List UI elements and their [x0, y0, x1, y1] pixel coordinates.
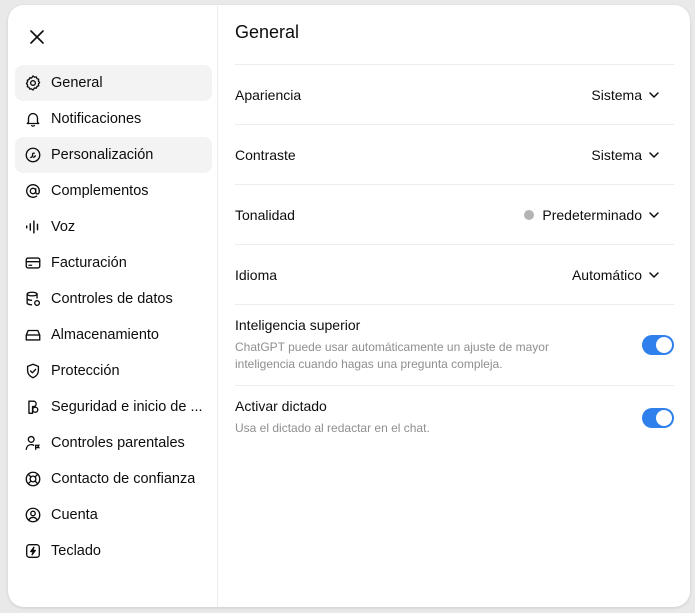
sidebar-item-label: Cuenta [51, 507, 98, 523]
sidebar-item-label: Seguridad e inicio de ... [51, 399, 203, 415]
waveform-icon [23, 217, 43, 237]
activar-dictado-toggle[interactable] [642, 407, 674, 428]
page-title: General [235, 22, 300, 42]
lightning-icon [23, 541, 43, 561]
sidebar-item-contacto-de-confianza[interactable]: Contacto de confianza [15, 461, 212, 497]
sidebar-item-seguridad[interactable]: Seguridad e inicio de ... [15, 389, 212, 425]
settings-nav: General Notificaciones Personalización C… [15, 65, 212, 569]
credit-card-icon [23, 253, 43, 273]
tonalidad-dropdown[interactable]: Predeterminado [524, 207, 674, 223]
sidebar-item-personalizacion[interactable]: Personalización [15, 137, 212, 173]
close-button[interactable] [25, 25, 49, 49]
sidebar-item-label: Personalización [51, 147, 154, 163]
chevron-down-icon [648, 269, 660, 281]
lifebuoy-icon [23, 469, 43, 489]
sidebar-item-cuenta[interactable]: Cuenta [15, 497, 212, 533]
sidebar-item-label: Complementos [51, 183, 149, 199]
setting-label: Idioma [235, 266, 278, 283]
sidebar-item-controles-de-datos[interactable]: Controles de datos [15, 281, 212, 317]
setting-label: Apariencia [235, 86, 302, 103]
chevron-down-icon [648, 89, 660, 101]
settings-dialog: General Notificaciones Personalización C… [8, 5, 690, 607]
sidebar-item-label: General [51, 75, 103, 91]
sidebar-item-general[interactable]: General [15, 65, 212, 101]
sidebar-item-label: Contacto de confianza [51, 471, 196, 487]
parent-user-icon [23, 433, 43, 453]
setting-row-inteligencia-superior: Inteligencia superior ChatGPT puede usar… [235, 305, 674, 386]
sidebar-item-proteccion[interactable]: Protección [15, 353, 212, 389]
apariencia-dropdown[interactable]: Sistema [591, 87, 674, 103]
sidebar-item-label: Voz [51, 219, 76, 235]
setting-row-activar-dictado: Activar dictado Usa el dictado al redact… [235, 386, 674, 449]
contraste-dropdown[interactable]: Sistema [591, 147, 674, 163]
setting-label: Tonalidad [235, 206, 295, 223]
sidebar-item-label: Facturación [51, 255, 127, 271]
dropdown-value: Automático [571, 266, 642, 283]
sidebar-item-teclado[interactable]: Teclado [15, 533, 212, 569]
sidebar-item-label: Controles parentales [51, 435, 185, 451]
toggle-description: Usa el dictado al redactar en el chat. [235, 421, 430, 435]
chevron-down-icon [648, 149, 660, 161]
idioma-dropdown[interactable]: Automático [572, 267, 674, 283]
database-icon [23, 289, 43, 309]
sidebar-item-complementos[interactable]: Complementos [15, 173, 212, 209]
toggle-text: Inteligencia superior ChatGPT puede usar… [235, 317, 575, 373]
sidebar-item-label: Controles de datos [51, 291, 173, 307]
gear-icon [23, 73, 43, 93]
settings-sidebar: General Notificaciones Personalización C… [8, 5, 218, 607]
sidebar-item-label: Notificaciones [51, 111, 142, 127]
sidebar-item-notificaciones[interactable]: Notificaciones [15, 101, 212, 137]
sidebar-item-almacenamiento[interactable]: Almacenamiento [15, 317, 212, 353]
inteligencia-superior-toggle[interactable] [642, 335, 674, 355]
sidebar-item-facturacion[interactable]: Facturación [15, 245, 212, 281]
toggle-title: Activar dictado [235, 398, 327, 414]
setting-row-contraste: Contraste Sistema [235, 125, 674, 185]
settings-content: General Apariencia Sistema Contraste Sis… [218, 5, 690, 607]
shield-icon [23, 361, 43, 381]
personalization-icon [23, 145, 43, 165]
color-swatch [524, 209, 535, 220]
at-sign-icon [23, 181, 43, 201]
sidebar-item-voz[interactable]: Voz [15, 209, 212, 245]
lock-key-icon [23, 397, 43, 417]
chevron-down-icon [648, 209, 660, 221]
setting-row-apariencia: Apariencia Sistema [235, 65, 674, 125]
toggle-description: ChatGPT puede usar automáticamente un aj… [235, 340, 549, 371]
toggle-text: Activar dictado Usa el dictado al redact… [235, 398, 430, 437]
setting-row-tonalidad: Tonalidad Predeterminado [235, 185, 674, 245]
sidebar-item-label: Protección [51, 363, 120, 379]
bell-icon [23, 109, 43, 129]
user-circle-icon [23, 505, 43, 525]
sidebar-item-controles-parentales[interactable]: Controles parentales [15, 425, 212, 461]
dropdown-value: Sistema [591, 146, 642, 163]
sidebar-item-label: Teclado [51, 543, 101, 559]
setting-label: Contraste [235, 146, 296, 163]
setting-row-idioma: Idioma Automático [235, 245, 674, 305]
close-icon [30, 30, 44, 44]
toggle-title: Inteligencia superior [235, 317, 361, 333]
sidebar-item-label: Almacenamiento [51, 327, 159, 343]
dropdown-value: Sistema [591, 86, 642, 103]
dropdown-value: Predeterminado [542, 206, 642, 223]
storage-icon [23, 325, 43, 345]
